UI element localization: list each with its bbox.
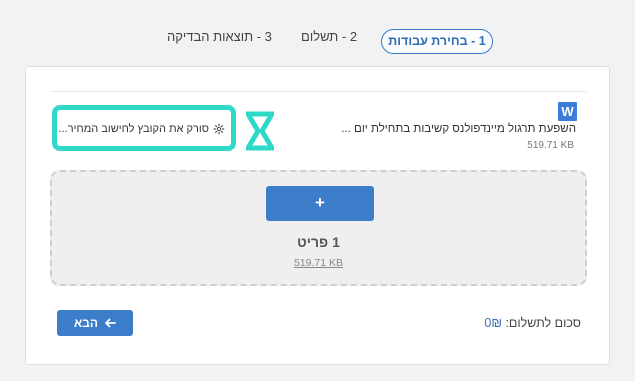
- gear-icon: [213, 123, 225, 135]
- hourglass-icon: [246, 111, 274, 151]
- upload-card: W השפעת תרגול מיינדפולנס קשיבות בתחילת י…: [25, 66, 610, 365]
- scan-status-box: סורק את הקובץ לחישוב המחיר...: [52, 105, 236, 151]
- item-count: 1 פריט: [297, 234, 340, 250]
- step-results[interactable]: 3 - תוצאות הבדיקה: [167, 29, 272, 44]
- file-size: 519.71 KB: [527, 140, 574, 151]
- next-button[interactable]: הבא: [57, 310, 133, 336]
- add-file-button[interactable]: +: [266, 186, 374, 221]
- divider: [52, 91, 587, 92]
- step-select-works[interactable]: 1 - בחירת עבודות: [381, 29, 493, 54]
- file-name: השפעת תרגול מיינדפולנס קשיבות בתחילת יום…: [341, 123, 576, 135]
- drop-zone[interactable]: + 1 פריט 519.71 KB: [50, 170, 587, 286]
- step-payment[interactable]: 2 - תשלום: [301, 29, 357, 44]
- payment-total: סכום לתשלום: 0₪: [484, 316, 581, 330]
- total-size: 519.71 KB: [293, 257, 344, 269]
- steps-bar: 1 - בחירת עבודות 2 - תשלום 3 - תוצאות הב…: [0, 0, 635, 58]
- scan-status-text: סורק את הקובץ לחישוב המחיר...: [58, 123, 209, 135]
- word-document-icon: W: [558, 102, 577, 121]
- payment-label: סכום לתשלום:: [505, 316, 581, 330]
- payment-amount: 0₪: [484, 316, 502, 330]
- next-button-label: הבא: [74, 316, 98, 330]
- scan-status: סורק את הקובץ לחישוב המחיר...: [59, 123, 225, 135]
- arrow-left-icon: [105, 318, 116, 328]
